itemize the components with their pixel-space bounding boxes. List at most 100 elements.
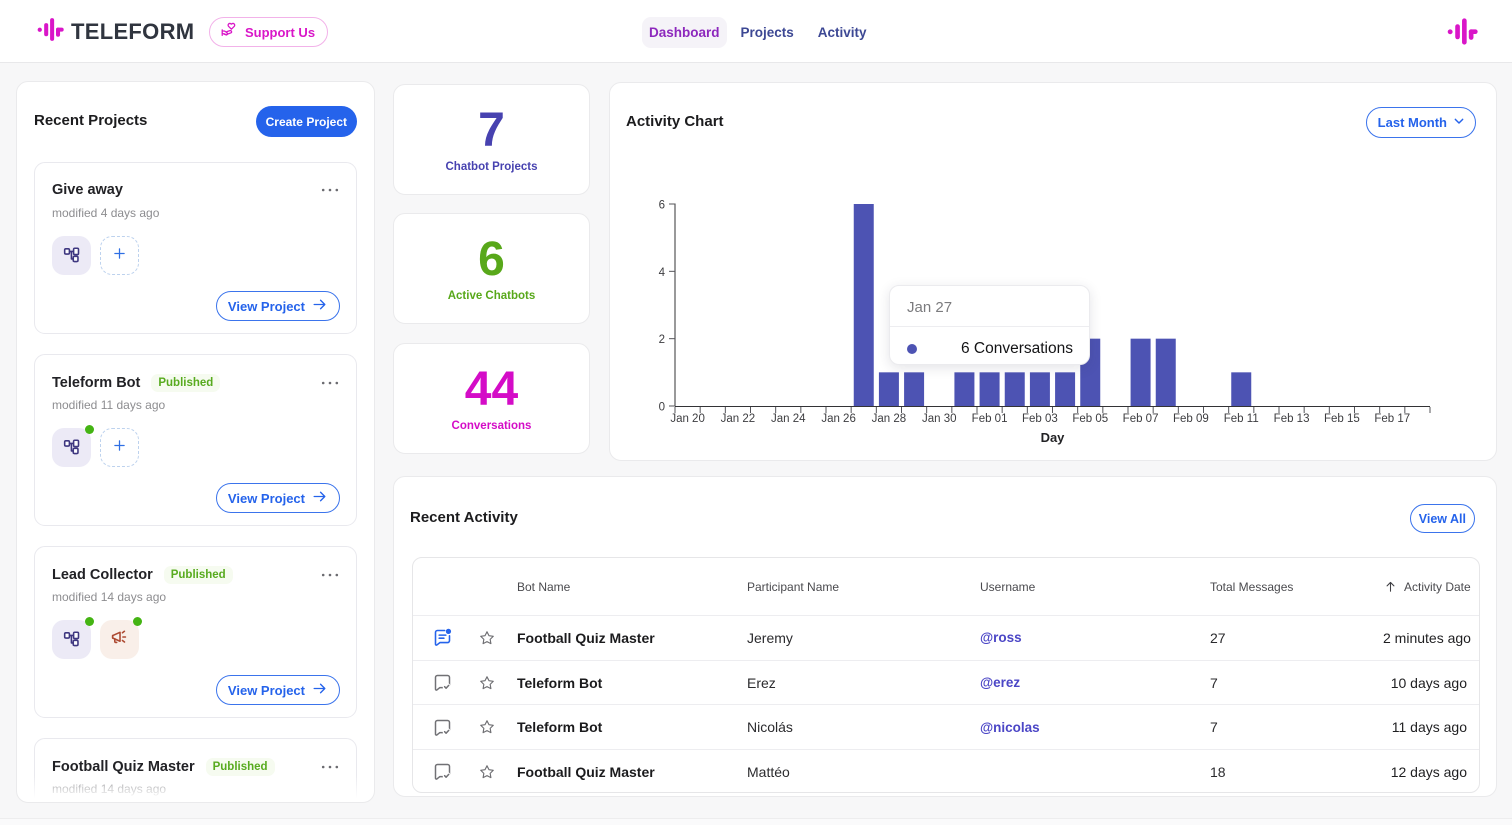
svg-text:4: 4 [659,267,666,279]
view-project-label: View Project [228,299,305,314]
favorite-star-icon[interactable] [471,629,517,647]
svg-text:Feb 09: Feb 09 [1173,413,1209,425]
cell-participant-name: Mattéo [747,764,980,780]
tooltip-title: Jan 27 [907,299,952,316]
column-header-bot-name[interactable]: Bot Name [517,580,747,594]
svg-text:Jan 28: Jan 28 [872,413,907,425]
recent-activity-panel: Recent Activity View All Bot NamePartici… [393,476,1497,797]
svg-text:Jan 30: Jan 30 [922,413,957,425]
project-menu-ellipsis-icon[interactable] [321,567,339,583]
cell-bot-name: Football Quiz Master [517,764,747,780]
brand[interactable]: TELEFORM [37,14,194,50]
cell-bot-name: Teleform Bot [517,719,747,735]
cell-total-messages: 7 [1210,675,1383,691]
recent-projects-title: Recent Projects [34,112,147,129]
main-nav: Dashboard Projects Activity [642,16,867,48]
activity-date-label: Activity Date [1404,580,1471,594]
scrollbar-track [0,818,1512,825]
chatbot-tile[interactable] [52,620,91,659]
nav-item-dashboard[interactable]: Dashboard [642,17,727,48]
cell-username[interactable]: @ross [980,630,1210,645]
favorite-star-icon[interactable] [471,674,517,692]
cell-username[interactable]: @erez [980,675,1210,690]
nav-item-projects[interactable]: Projects [741,17,794,48]
column-header-activity-date[interactable]: Activity Date [1383,579,1480,594]
activity-bar-chart: 0246Jan 20Jan 22Jan 24Jan 26Jan 28Jan 30… [610,83,1498,462]
create-project-button[interactable]: Create Project [256,106,357,137]
activity-row[interactable]: Teleform BotErez@erez710 days ago [413,660,1479,705]
svg-text:Feb 15: Feb 15 [1324,413,1360,425]
project-chatbot-tiles [52,236,139,275]
view-project-button[interactable]: View Project [216,291,340,321]
cell-username[interactable]: @nicolas [980,720,1210,735]
support-us-label: Support Us [245,25,315,40]
cell-participant-name: Nicolás [747,719,980,735]
active-status-dot [133,617,142,626]
svg-text:Feb 05: Feb 05 [1072,413,1108,425]
add-chatbot-button[interactable] [100,428,139,467]
project-chatbot-tiles [52,620,139,659]
project-title: Lead Collector [52,567,153,583]
view-project-label: View Project [228,683,305,698]
nav-item-activity[interactable]: Activity [818,17,867,48]
teleform-logo-icon-right [1447,16,1478,52]
activity-row[interactable]: Teleform BotNicolás@nicolas711 days ago [413,704,1479,749]
brand-name: TELEFORM [71,19,194,45]
activity-row[interactable]: Football Quiz MasterJeremy@ross272 minut… [413,615,1479,660]
stat-value: 44 [465,365,518,415]
stat-value: 6 [478,235,505,285]
tooltip-value: 6 Conversations [961,340,1073,358]
project-card-header: Teleform BotPublished [52,374,339,392]
svg-text:Feb 11: Feb 11 [1224,413,1259,425]
project-menu-ellipsis-icon[interactable] [321,759,339,775]
project-card: Football Quiz MasterPublishedmodified 14… [34,738,357,803]
stat-label: Chatbot Projects [445,161,537,173]
project-title: Football Quiz Master [52,759,195,775]
project-modified-date: modified 11 days ago [52,398,165,412]
cell-activity-date: 10 days ago [1383,675,1479,691]
view-all-button[interactable]: View All [1410,504,1475,533]
cell-participant-name: Erez [747,675,980,691]
project-card-header: Football Quiz MasterPublished [52,758,339,776]
teleform-logo-icon [37,16,64,48]
project-card-header: Give away [52,182,339,198]
chatbot-tile[interactable] [52,236,91,275]
cell-activity-date: 12 days ago [1383,764,1479,780]
arrow-right-icon [311,296,328,316]
chatbot-tile[interactable] [100,620,139,659]
favorite-star-icon[interactable] [471,718,517,736]
sort-arrow-up-icon [1383,579,1398,594]
svg-text:Feb 17: Feb 17 [1374,413,1410,425]
project-title: Teleform Bot [52,375,140,391]
chart-tooltip: Jan 27 6 Conversations [889,285,1090,365]
view-project-button[interactable]: View Project [216,675,340,705]
top-navigation-bar: TELEFORM Support Us Dashboard Projects Act… [0,0,1512,63]
project-card: Lead CollectorPublishedmodified 14 days … [34,546,357,718]
column-header-username[interactable]: Username [980,580,1210,594]
svg-text:Jan 24: Jan 24 [771,413,806,425]
hand-heart-icon [220,21,239,43]
project-card-header: Lead CollectorPublished [52,566,339,584]
favorite-star-icon[interactable] [471,763,517,781]
project-menu-ellipsis-icon[interactable] [321,375,339,391]
add-chatbot-button[interactable] [100,236,139,275]
activity-row[interactable]: Football Quiz MasterMattéo1812 days ago [413,749,1479,793]
svg-text:Feb 01: Feb 01 [972,413,1008,425]
project-chatbot-tiles [52,428,139,467]
svg-text:Feb 13: Feb 13 [1274,413,1310,425]
view-project-button[interactable]: View Project [216,483,340,513]
column-header-total-messages[interactable]: Total Messages [1210,580,1383,594]
recent-activity-title: Recent Activity [410,509,518,526]
dashboard-page: TELEFORM Support Us Dashboard Projects Act… [0,0,1512,825]
column-header-participant-name[interactable]: Participant Name [747,580,980,594]
read-message-icon [413,761,471,782]
stat-label: Conversations [452,420,532,432]
cell-total-messages: 27 [1210,630,1383,646]
chatbot-tile[interactable] [52,428,91,467]
workflow-icon [61,627,82,653]
read-message-icon [413,672,471,693]
support-us-button[interactable]: Support Us [209,17,328,47]
project-menu-ellipsis-icon[interactable] [321,182,339,198]
tooltip-divider [890,326,1089,327]
tooltip-series-marker [907,344,917,354]
